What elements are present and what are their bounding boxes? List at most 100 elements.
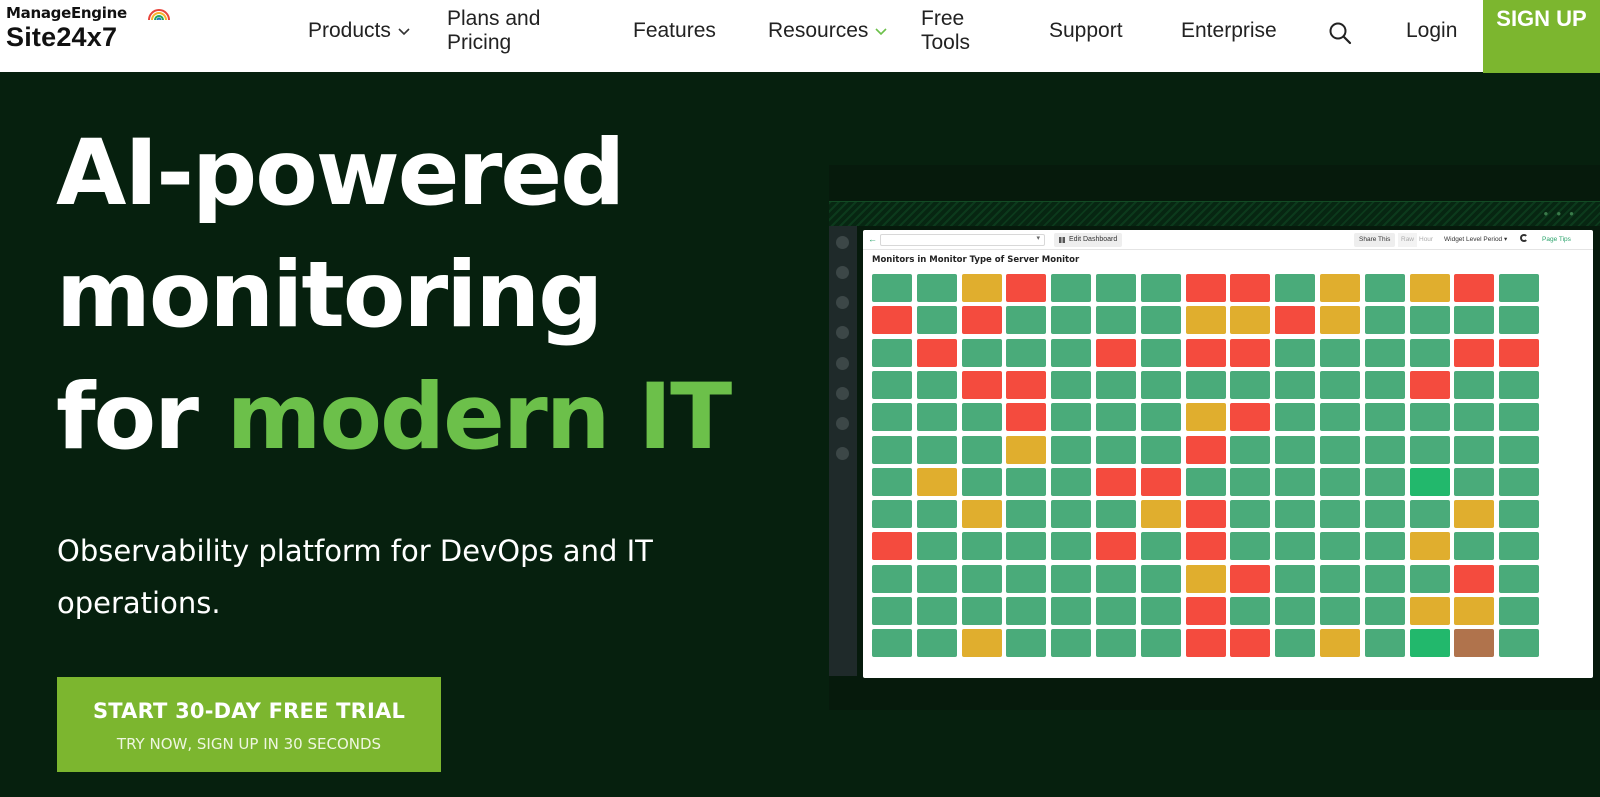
monitor-status-cell[interactable] — [1051, 306, 1092, 335]
monitor-status-cell[interactable] — [1006, 532, 1047, 561]
nav-enterprise[interactable]: Enterprise — [1181, 19, 1277, 43]
monitor-status-cell[interactable] — [1140, 435, 1181, 464]
monitor-status-cell[interactable] — [1275, 370, 1316, 399]
monitor-status-cell[interactable] — [1320, 435, 1360, 464]
monitor-status-cell[interactable] — [1230, 500, 1271, 529]
monitor-status-cell[interactable] — [1096, 274, 1136, 302]
monitor-status-cell[interactable] — [916, 274, 957, 302]
monitor-status-cell[interactable] — [1230, 564, 1271, 593]
monitor-status-cell[interactable] — [1499, 370, 1540, 399]
back-arrow-icon[interactable]: ← — [868, 234, 877, 244]
monitor-status-cell[interactable] — [1096, 532, 1136, 561]
monitor-status-cell[interactable] — [1499, 435, 1540, 464]
monitor-status-cell[interactable] — [1409, 435, 1450, 464]
monitor-status-cell[interactable] — [1275, 532, 1316, 561]
monitor-status-cell[interactable] — [872, 338, 912, 367]
monitor-status-cell[interactable] — [1320, 597, 1360, 625]
monitor-status-cell[interactable] — [1006, 500, 1047, 529]
monitor-status-cell[interactable] — [1454, 597, 1495, 625]
monitor-status-cell[interactable] — [1096, 435, 1136, 464]
monitor-status-cell[interactable] — [1364, 597, 1405, 625]
monitor-status-cell[interactable] — [1185, 306, 1226, 335]
monitor-status-cell[interactable] — [1320, 306, 1360, 335]
monitor-status-cell[interactable] — [1499, 306, 1540, 335]
monitor-status-cell[interactable] — [1096, 500, 1136, 529]
monitor-status-cell[interactable] — [1409, 306, 1450, 335]
monitor-status-cell[interactable] — [1275, 597, 1316, 625]
monitor-status-cell[interactable] — [961, 500, 1002, 529]
monitor-status-cell[interactable] — [1364, 629, 1405, 658]
monitor-status-cell[interactable] — [1409, 564, 1450, 593]
monitor-status-cell[interactable] — [1230, 467, 1271, 496]
signup-button[interactable]: SIGN UP — [1483, 0, 1600, 73]
monitor-status-cell[interactable] — [1275, 564, 1316, 593]
monitor-status-cell[interactable] — [1275, 403, 1316, 432]
monitor-status-cell[interactable] — [1051, 500, 1092, 529]
monitor-status-cell[interactable] — [1096, 564, 1136, 593]
monitor-status-cell[interactable] — [1006, 370, 1047, 399]
monitor-status-cell[interactable] — [1230, 403, 1271, 432]
monitor-status-cell[interactable] — [1140, 370, 1181, 399]
monitor-status-cell[interactable] — [1409, 370, 1450, 399]
monitor-status-cell[interactable] — [1275, 306, 1316, 335]
monitor-status-cell[interactable] — [1006, 403, 1047, 432]
monitor-status-cell[interactable] — [1185, 274, 1226, 302]
monitor-status-cell[interactable] — [1454, 306, 1495, 335]
monitor-status-cell[interactable] — [1096, 403, 1136, 432]
monitor-status-cell[interactable] — [1140, 338, 1181, 367]
monitor-status-cell[interactable] — [961, 274, 1002, 302]
monitor-status-cell[interactable] — [1051, 338, 1092, 367]
monitor-status-cell[interactable] — [1320, 532, 1360, 561]
monitor-status-cell[interactable] — [1275, 500, 1316, 529]
monitor-status-cell[interactable] — [1499, 564, 1540, 593]
monitor-status-cell[interactable] — [1364, 403, 1405, 432]
monitor-status-cell[interactable] — [1051, 370, 1092, 399]
monitor-status-cell[interactable] — [1454, 403, 1495, 432]
monitor-status-cell[interactable] — [1006, 597, 1047, 625]
monitor-status-cell[interactable] — [1320, 403, 1360, 432]
monitor-status-cell[interactable] — [961, 532, 1002, 561]
monitor-status-cell[interactable] — [872, 370, 912, 399]
monitor-status-cell[interactable] — [872, 532, 912, 561]
monitor-status-cell[interactable] — [1364, 370, 1405, 399]
raw-toggle[interactable]: Raw — [1398, 233, 1418, 247]
monitor-status-cell[interactable] — [1140, 500, 1181, 529]
start-free-trial-button[interactable]: START 30-DAY FREE TRIAL TRY NOW, SIGN UP… — [57, 677, 441, 772]
monitor-status-cell[interactable] — [1230, 597, 1271, 625]
monitor-status-cell[interactable] — [1320, 338, 1360, 367]
monitor-status-cell[interactable] — [1096, 338, 1136, 367]
monitor-status-cell[interactable] — [961, 467, 1002, 496]
nav-resources[interactable]: Resources — [768, 19, 888, 43]
monitor-status-cell[interactable] — [916, 370, 957, 399]
monitor-status-cell[interactable] — [1140, 532, 1181, 561]
monitor-status-cell[interactable] — [1364, 274, 1405, 302]
monitor-status-cell[interactable] — [1006, 306, 1047, 335]
monitor-status-cell[interactable] — [1320, 500, 1360, 529]
dark-mode-icon[interactable] — [1520, 234, 1528, 242]
monitor-status-cell[interactable] — [1454, 467, 1495, 496]
monitor-status-cell[interactable] — [1185, 403, 1226, 432]
monitor-status-cell[interactable] — [1499, 597, 1540, 625]
monitor-status-cell[interactable] — [1185, 338, 1226, 367]
monitor-status-cell[interactable] — [1006, 435, 1047, 464]
monitor-status-cell[interactable] — [1051, 629, 1092, 658]
monitor-status-cell[interactable] — [1051, 274, 1092, 302]
monitor-status-cell[interactable] — [916, 500, 957, 529]
monitor-status-cell[interactable] — [1364, 306, 1405, 335]
monitor-status-cell[interactable] — [1140, 403, 1181, 432]
monitor-status-cell[interactable] — [1096, 467, 1136, 496]
share-button[interactable]: Share This — [1354, 233, 1396, 247]
monitor-status-cell[interactable] — [1051, 532, 1092, 561]
monitor-status-cell[interactable] — [1006, 467, 1047, 496]
monitor-status-cell[interactable] — [961, 370, 1002, 399]
monitor-status-cell[interactable] — [1364, 467, 1405, 496]
dashboard-select[interactable] — [880, 234, 1045, 246]
monitor-status-cell[interactable] — [1454, 435, 1495, 464]
monitor-status-cell[interactable] — [916, 532, 957, 561]
monitor-status-cell[interactable] — [1185, 597, 1226, 625]
nav-free-tools[interactable]: Free Tools — [921, 7, 981, 55]
monitor-status-cell[interactable] — [1230, 532, 1271, 561]
monitor-status-cell[interactable] — [1409, 467, 1450, 496]
monitor-status-cell[interactable] — [1364, 564, 1405, 593]
monitor-status-cell[interactable] — [872, 306, 912, 335]
